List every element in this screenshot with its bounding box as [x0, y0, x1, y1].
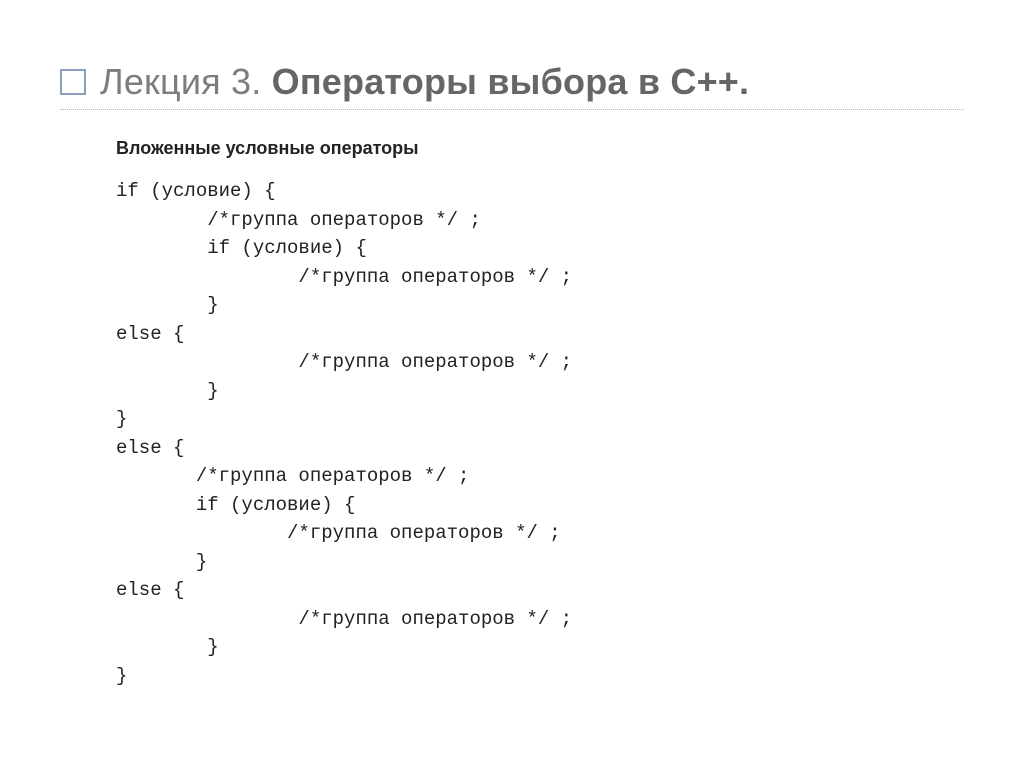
slide-title: Лекция 3. Операторы выбора в С++.: [100, 60, 749, 103]
title-row: Лекция 3. Операторы выбора в С++.: [60, 60, 964, 110]
subheading: Вложенные условные операторы: [116, 138, 964, 159]
slide-body: Вложенные условные операторы if (условие…: [60, 138, 964, 690]
title-light: Лекция 3.: [100, 61, 272, 102]
title-bold: Операторы выбора в С++.: [272, 61, 750, 102]
code-block: if (условие) { /*группа операторов */ ; …: [116, 177, 964, 690]
title-bullet-icon: [60, 69, 86, 95]
slide: Лекция 3. Операторы выбора в С++. Вложен…: [0, 0, 1024, 768]
